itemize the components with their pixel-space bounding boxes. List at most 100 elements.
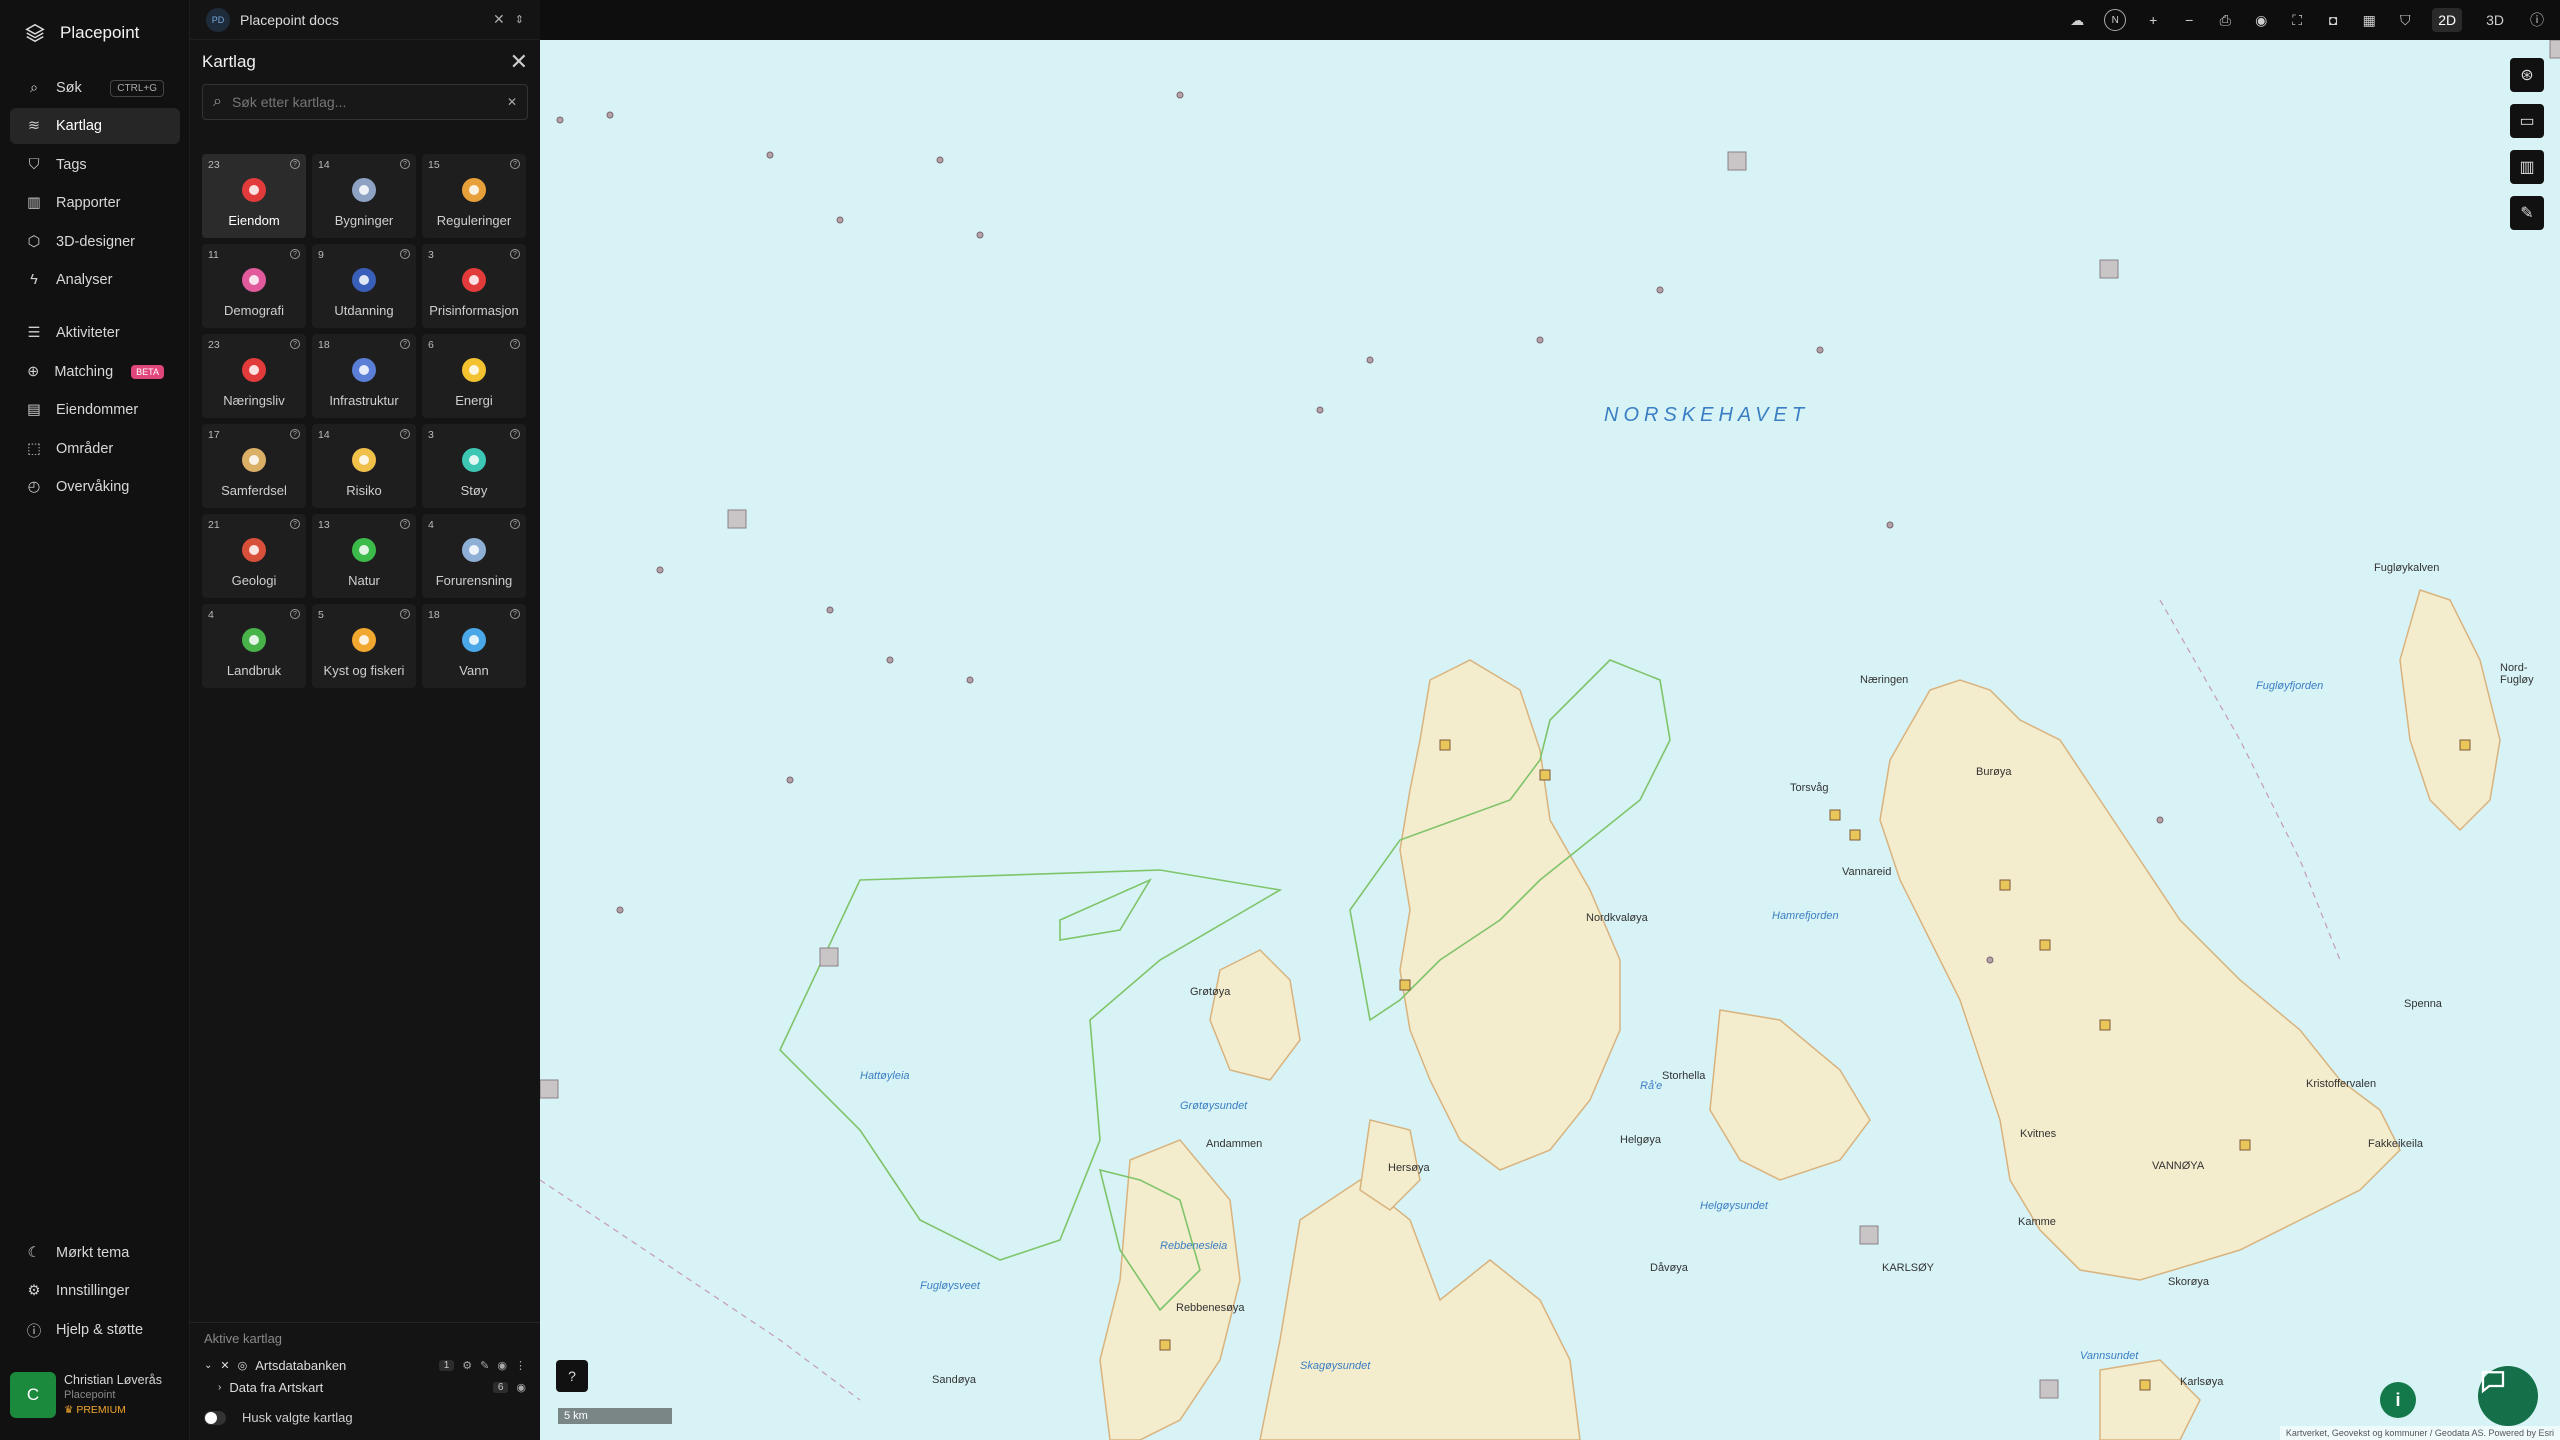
layer-tile-samferdsel[interactable]: 17? Samferdsel — [202, 424, 306, 508]
observation-marker[interactable] — [616, 906, 624, 914]
info-icon[interactable]: ? — [290, 249, 300, 259]
observation-marker[interactable] — [1816, 346, 1824, 354]
observation-cluster[interactable] — [1859, 1225, 1879, 1245]
observation-marker[interactable] — [1656, 286, 1664, 294]
fullscreen-icon[interactable]: ⛶ — [2288, 11, 2306, 29]
layer-tile-geologi[interactable]: 21? Geologi — [202, 514, 306, 598]
info-icon[interactable]: ? — [400, 429, 410, 439]
info-icon[interactable]: ? — [400, 159, 410, 169]
map-help-button[interactable]: ? — [556, 1360, 588, 1392]
observation-marker[interactable] — [786, 776, 794, 784]
info-icon[interactable]: ? — [510, 159, 520, 169]
layer-search-input[interactable] — [231, 94, 497, 110]
layer-tile-vann[interactable]: 18? Vann — [422, 604, 526, 688]
observation-marker[interactable] — [1399, 979, 1411, 991]
observation-marker[interactable] — [936, 156, 944, 164]
layer-tile-infrastruktur[interactable]: 18? Infrastruktur — [312, 334, 416, 418]
info-icon[interactable]: ? — [510, 249, 520, 259]
active-layer-child[interactable]: › Data fra Artskart 6 ◉ — [204, 1376, 526, 1398]
chevron-updown-icon[interactable]: ⇕ — [515, 13, 524, 26]
observation-marker[interactable] — [1539, 769, 1551, 781]
close-panel-icon[interactable]: ✕ — [510, 49, 528, 75]
nav-item-analyser[interactable]: ϟ Analyser — [10, 262, 180, 298]
observation-marker[interactable] — [1536, 336, 1544, 344]
filter-icon[interactable]: ⚙ — [462, 1359, 472, 1372]
info-icon[interactable]: ? — [510, 519, 520, 529]
camera-icon[interactable]: ◘ — [2324, 11, 2342, 29]
nav-item-aktiviteter[interactable]: ☰ Aktiviteter — [10, 315, 180, 351]
observation-marker[interactable] — [1439, 739, 1451, 751]
observation-cluster[interactable] — [727, 509, 747, 529]
remove-layer-icon[interactable]: ✕ — [220, 1359, 229, 1372]
info-icon[interactable]: ? — [400, 609, 410, 619]
zoom-out-icon[interactable]: − — [2180, 11, 2198, 29]
nav-item-dark-theme[interactable]: ☾ Mørkt tema — [10, 1235, 180, 1271]
layer-tile-natur[interactable]: 13? Natur — [312, 514, 416, 598]
observation-cluster[interactable] — [2549, 40, 2560, 59]
observation-marker[interactable] — [826, 606, 834, 614]
nav-item-sok[interactable]: ⌕ Søk CTRL+G — [10, 70, 180, 106]
observation-marker[interactable] — [2099, 1019, 2111, 1031]
user-profile[interactable]: C Christian Løverås Placepoint ♛ PREMIUM — [10, 1366, 182, 1424]
edit-icon[interactable]: ✎ — [480, 1359, 489, 1372]
layer-tile-energi[interactable]: 6? Energi — [422, 334, 526, 418]
nav-item-eiendommer[interactable]: ▤ Eiendommer — [10, 392, 180, 428]
observation-marker[interactable] — [1159, 1339, 1171, 1351]
observation-marker[interactable] — [2039, 939, 2051, 951]
doc-title[interactable]: Placepoint docs — [240, 12, 339, 28]
observation-cluster[interactable] — [2039, 1379, 2059, 1399]
layer-tile-landbruk[interactable]: 4? Landbruk — [202, 604, 306, 688]
info-icon[interactable]: ? — [510, 339, 520, 349]
layer-tile-risiko[interactable]: 14? Risiko — [312, 424, 416, 508]
info-icon[interactable]: ? — [290, 429, 300, 439]
nav-item-3d-designer[interactable]: ⬡ 3D-designer — [10, 224, 180, 260]
observation-marker[interactable] — [886, 656, 894, 664]
eye-icon[interactable]: ◉ — [516, 1381, 526, 1394]
draw-icon[interactable]: ✎ — [2510, 196, 2544, 230]
nav-item-kartlag[interactable]: ≋ Kartlag — [10, 108, 180, 144]
layer-tile-kyst-og-fiskeri[interactable]: 5? Kyst og fiskeri — [312, 604, 416, 688]
chevron-right-icon[interactable]: › — [218, 1382, 221, 1393]
info-icon[interactable]: ⓘ — [2528, 11, 2546, 29]
info-icon[interactable]: ? — [510, 609, 520, 619]
ruler-icon[interactable]: ▭ — [2510, 104, 2544, 138]
nav-item-matching[interactable]: ⊕ Matching BETA — [10, 354, 180, 390]
observation-marker[interactable] — [606, 111, 614, 119]
layer-tile-støy[interactable]: 3? Støy — [422, 424, 526, 508]
info-icon[interactable]: ? — [400, 249, 410, 259]
chevron-down-icon[interactable]: ⌄ — [204, 1360, 212, 1371]
eye-icon[interactable]: ◉ — [497, 1359, 507, 1372]
chart-icon[interactable]: ▥ — [2510, 150, 2544, 184]
layer-tile-bygninger[interactable]: 14? Bygninger — [312, 154, 416, 238]
observation-marker[interactable] — [1829, 809, 1841, 821]
info-button[interactable]: i — [2380, 1382, 2416, 1418]
observation-marker[interactable] — [1316, 406, 1324, 414]
layer-tile-reguleringer[interactable]: 15? Reguleringer — [422, 154, 526, 238]
clear-search-icon[interactable]: ✕ — [507, 95, 517, 109]
info-icon[interactable]: ? — [290, 339, 300, 349]
print-icon[interactable]: ⎙ — [2216, 11, 2234, 29]
observation-marker[interactable] — [1366, 356, 1374, 364]
layer-tile-utdanning[interactable]: 9? Utdanning — [312, 244, 416, 328]
layer-tile-prisinformasjon[interactable]: 3? Prisinformasjon — [422, 244, 526, 328]
observation-marker[interactable] — [1999, 879, 2011, 891]
observation-cluster[interactable] — [540, 1079, 559, 1099]
active-layer-group[interactable]: ⌄ ✕ ◎ Artsdatabanken 1 ⚙ ✎ ◉ ⋮ — [204, 1354, 526, 1376]
layer-tile-forurensning[interactable]: 4? Forurensning — [422, 514, 526, 598]
info-icon[interactable]: ? — [290, 159, 300, 169]
info-icon[interactable]: ? — [290, 519, 300, 529]
observation-marker[interactable] — [766, 151, 774, 159]
brand[interactable]: Placepoint — [0, 0, 189, 66]
nav-item-tags[interactable]: ⛉ Tags — [10, 147, 180, 183]
cloud-layers-icon[interactable]: ☁ — [2068, 11, 2086, 29]
nav-item-help[interactable]: ⓘ Hjelp & støtte — [10, 1312, 180, 1348]
observation-marker[interactable] — [2139, 1379, 2151, 1391]
globe-search-icon[interactable]: ⊛ — [2510, 58, 2544, 92]
info-icon[interactable]: ? — [510, 429, 520, 439]
chat-button[interactable] — [2478, 1366, 2538, 1426]
observation-marker[interactable] — [1849, 829, 1861, 841]
observation-marker[interactable] — [966, 676, 974, 684]
layer-tile-eiendom[interactable]: 23? Eiendom — [202, 154, 306, 238]
observation-marker[interactable] — [656, 566, 664, 574]
zoom-in-icon[interactable]: + — [2144, 11, 2162, 29]
